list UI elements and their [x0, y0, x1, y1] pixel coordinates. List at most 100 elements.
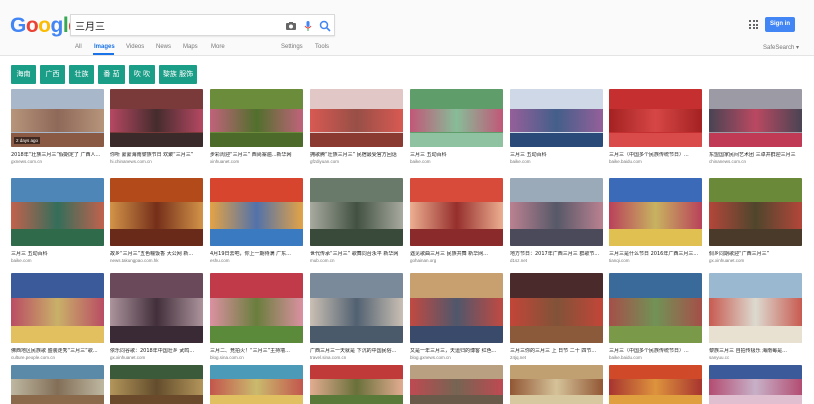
result-thumbnail[interactable] — [410, 273, 503, 343]
sign-in-button[interactable]: Sign in — [765, 17, 795, 32]
result-caption[interactable]: 步彩周迎“三月三” 西尚寨遍...新华网 — [210, 152, 310, 158]
tab-more[interactable]: More — [211, 44, 225, 50]
logo-letter: g — [50, 14, 64, 37]
result-caption[interactable]: 三月三 五动百科 — [510, 152, 610, 158]
result-thumbnail[interactable] — [11, 178, 104, 246]
result-thumbnail[interactable] — [310, 365, 403, 404]
result-caption[interactable]: 遇见歌曲三月三 民族共舞 新华网... — [410, 251, 510, 257]
result-thumbnail[interactable] — [310, 273, 403, 343]
related-chip[interactable]: 海南 — [11, 65, 36, 84]
result-source: tianqi.com — [609, 258, 630, 263]
related-chip[interactable]: 番 茄 — [98, 65, 125, 84]
result-thumbnail[interactable] — [709, 365, 802, 404]
result-thumbnail[interactable] — [510, 89, 603, 147]
result-source: eshu.com — [210, 258, 230, 263]
result-source: mub.com.cn — [310, 258, 335, 263]
tab-videos[interactable]: Videos — [126, 44, 144, 50]
image-results-grid: 2 days ago 2018年“壮族三月三”假期定了 广西人... gxnews.… — [0, 89, 814, 404]
result-thumbnail[interactable] — [210, 178, 303, 246]
tab-maps[interactable]: Maps — [183, 44, 198, 50]
result-thumbnail[interactable] — [210, 273, 303, 343]
result-caption[interactable]: 三月三 五动百科 — [410, 152, 510, 158]
result-caption[interactable]: 三月三（中国多个民族传统节日）... — [609, 348, 709, 354]
apps-grid-icon[interactable] — [749, 20, 758, 29]
search-box[interactable] — [70, 14, 335, 36]
result-thumbnail[interactable] — [310, 178, 403, 246]
result-thumbnail[interactable]: 2 days ago — [11, 89, 104, 147]
result-thumbnail[interactable] — [609, 178, 702, 246]
result-thumbnail[interactable] — [410, 365, 503, 404]
result-source: blog.gxnews.com.cn — [410, 355, 451, 360]
tab-settings[interactable]: Settings — [281, 44, 303, 50]
result-caption[interactable]: 三月三 五动百科 — [11, 251, 111, 257]
logo-letter: o — [25, 14, 39, 37]
safesearch-menu[interactable]: SafeSearch ▾ — [763, 44, 799, 51]
result-caption[interactable]: 世代传承“三月三” 歌舞同台永平 新华网 — [310, 251, 410, 257]
mic-icon[interactable] — [301, 19, 315, 33]
result-thumbnail[interactable] — [210, 365, 303, 404]
result-thumbnail[interactable] — [609, 273, 702, 343]
tab-all[interactable]: All — [75, 44, 82, 50]
result-caption[interactable]: 你听 蒙蒙海南黎族节日 欢聚“三月三” — [110, 152, 210, 158]
result-thumbnail[interactable] — [210, 89, 303, 147]
tab-images[interactable]: Images — [94, 44, 115, 50]
google-logo[interactable]: Google — [10, 14, 80, 38]
result-caption[interactable]: 三月三你的三月三 上 日节 二十 四节... — [510, 348, 610, 354]
result-caption[interactable]: 三月三是什么节日 2016年广西三月三... — [609, 251, 709, 257]
result-thumbnail[interactable] — [709, 178, 802, 246]
result-thumbnail[interactable] — [11, 365, 104, 404]
search-icon[interactable] — [318, 19, 332, 33]
result-caption[interactable]: 广西三月三一天就是 下沉的中国民俗... — [310, 348, 410, 354]
result-caption[interactable]: 故乡“三月三”五色糯饭香 大公网 新... — [110, 251, 210, 257]
result-age-badge: 2 days ago — [14, 137, 41, 144]
result-thumbnail[interactable] — [709, 89, 802, 147]
result-source: baike.baidu.com — [609, 159, 642, 164]
result-source: gohainan.org — [410, 258, 437, 263]
result-thumbnail[interactable] — [410, 178, 503, 246]
result-thumbnail[interactable] — [510, 273, 603, 343]
result-thumbnail[interactable] — [510, 178, 603, 246]
result-thumbnail[interactable] — [609, 365, 702, 404]
result-source: sanyuu.cc — [709, 355, 730, 360]
related-chip[interactable]: 黎族 服饰 — [159, 65, 197, 84]
header-bar: Google Sign in All Images Videos News Maps Mo… — [0, 0, 814, 56]
result-source: baike.com — [410, 159, 431, 164]
result-thumbnail[interactable] — [609, 89, 702, 147]
tab-news[interactable]: News — [156, 44, 171, 50]
result-source: baike.baidu.com — [609, 355, 642, 360]
tab-tools[interactable]: Tools — [315, 44, 329, 50]
result-source: gx.xinhuanet.com — [709, 258, 745, 263]
result-thumbnail[interactable] — [110, 89, 203, 147]
related-chip[interactable]: 广西 — [40, 65, 65, 84]
result-caption[interactable]: 又是一年三月三，天运归的博客 红色... — [410, 348, 510, 354]
result-caption[interactable]: 依乐同谷歌：2018年中国壮乡 武鸣... — [110, 348, 210, 354]
result-thumbnail[interactable] — [110, 273, 203, 343]
result-source: news.takungpao.com.hk — [110, 258, 159, 263]
result-thumbnail[interactable] — [110, 178, 203, 246]
related-chip[interactable]: 壮族 — [69, 65, 94, 84]
result-caption[interactable]: 4月19日去吧，你上一期待满 广东... — [210, 251, 310, 257]
result-caption[interactable]: 拥歌腾“壮族三月三” 民宿最受官方回话 — [310, 152, 410, 158]
logo-letter: o — [38, 14, 51, 37]
result-thumbnail[interactable] — [510, 365, 603, 404]
result-source: baike.com — [11, 258, 32, 263]
result-caption[interactable]: 地方节日：2017年广西三月三 群歌节... — [510, 251, 610, 257]
search-input[interactable] — [75, 18, 275, 32]
result-caption[interactable]: 三月二、竞拍火！“三月三”主持墙... — [210, 348, 310, 354]
result-caption[interactable]: 东盟国家民间艺术团 三卓并群迎三月三 — [709, 152, 809, 158]
result-thumbnail[interactable] — [110, 365, 203, 404]
result-caption[interactable]: 侗乡同期歌迎“广西三月三” — [709, 251, 809, 257]
related-chip[interactable]: 吹 吹 — [129, 65, 155, 84]
result-thumbnail[interactable] — [310, 89, 403, 147]
camera-icon[interactable] — [284, 19, 298, 33]
result-caption[interactable]: 佛西地区民族歌 盛装走秀“三月三”歌... — [11, 348, 111, 354]
logo-letter: G — [10, 14, 26, 37]
result-caption[interactable]: 2018年“壮族三月三”假期定了 广西人... — [11, 152, 111, 158]
result-thumbnail[interactable] — [410, 89, 503, 147]
result-source: baike.com — [510, 159, 531, 164]
result-caption[interactable]: 黎族三月三 自拍传极乐 海南每是... — [709, 348, 809, 354]
result-thumbnail[interactable] — [11, 273, 104, 343]
result-thumbnail[interactable] — [709, 273, 802, 343]
result-source: gfzdiyuan.com — [310, 159, 340, 164]
result-caption[interactable]: 三月三（中国多个民族传统节日）... — [609, 152, 709, 158]
